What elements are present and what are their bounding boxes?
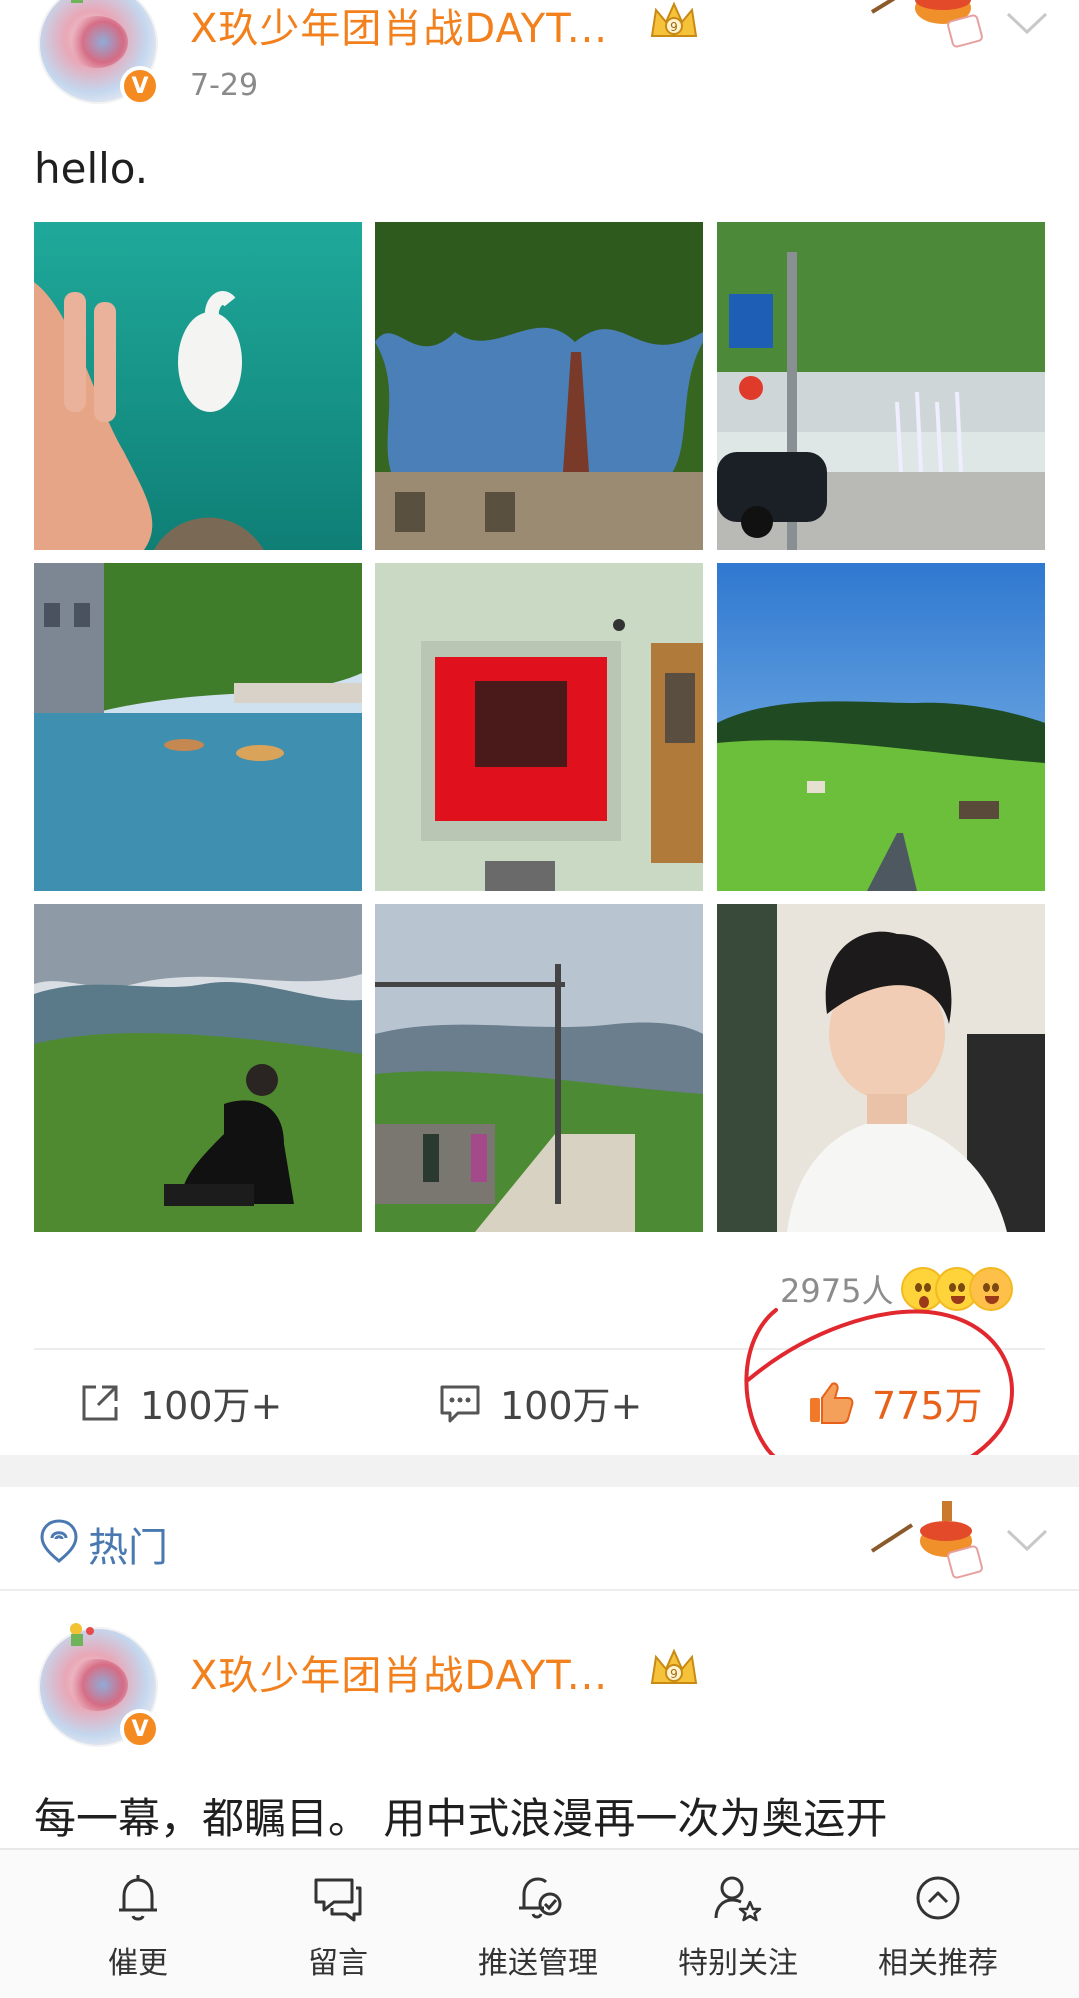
bottom-bar-label: 相关推荐: [878, 1946, 998, 1981]
hotpot-decoration-icon: [870, 1501, 983, 1579]
photo-selfie-car[interactable]: [717, 904, 1045, 1232]
prince-sprite-icon: [70, 1623, 94, 1646]
hotpot-decoration-icon: [870, 0, 983, 48]
push-bell-icon: [519, 1877, 562, 1919]
image-grid: [34, 222, 1045, 1232]
bottom-action-bar: 催更 留言 推送管理 特别关注 相关推荐: [0, 1848, 1079, 1998]
chevron-down-icon[interactable]: [1004, 8, 1050, 38]
user-star-icon: [714, 1876, 762, 1922]
like-count: 775万: [872, 1384, 983, 1428]
avatar[interactable]: V: [38, 0, 160, 106]
action-bar: 100万+ 100万+ 775万: [0, 1350, 1079, 1455]
crown-badge-icon: 9: [650, 1648, 698, 1684]
repost-button[interactable]: 100万+: [76, 1350, 282, 1455]
post-username[interactable]: X玖少年团肖战DAYT...: [190, 1643, 608, 1701]
special-follow-button[interactable]: 特别关注: [638, 1870, 838, 1990]
avatar[interactable]: V: [38, 1623, 160, 1749]
hot-section-header: 热门: [0, 1487, 1079, 1591]
up-circle-icon: [916, 1876, 960, 1920]
photo-tree-spire[interactable]: [375, 222, 703, 550]
hot-location-icon: [40, 1519, 78, 1563]
photo-green-hills[interactable]: [717, 563, 1045, 891]
bottom-bar-label: 特别关注: [678, 1946, 798, 1981]
message-icon: [314, 1878, 362, 1922]
repost-icon: [82, 1385, 118, 1420]
post-text: hello.: [34, 144, 149, 193]
like-button[interactable]: 775万: [806, 1350, 983, 1455]
thumbs-up-icon: [810, 1382, 854, 1424]
related-recommend-button[interactable]: 相关推荐: [838, 1870, 1038, 1990]
post-time: 7-29: [190, 68, 259, 103]
post-username[interactable]: X玖少年团肖战DAYT...: [190, 0, 608, 54]
photo-railway-platform[interactable]: [375, 904, 703, 1232]
bottom-bar-label: 留言: [308, 1946, 368, 1981]
photo-seated-hillside[interactable]: [34, 904, 362, 1232]
repost-count: 100万+: [140, 1384, 283, 1428]
push-management-button[interactable]: 推送管理: [438, 1870, 638, 1990]
post-text: 每一幕，都瞩目。 用中式浪漫再一次为奥运开: [34, 1794, 888, 1843]
photo-street-fountain[interactable]: [717, 222, 1045, 550]
svg-text:9: 9: [670, 1667, 678, 1681]
post-card: V X玖少年团肖战DAYT... 9 7-29 hello. 2975人 100…: [0, 0, 1079, 1488]
bell-icon: [119, 1875, 157, 1921]
remind-update-button[interactable]: 催更: [38, 1870, 238, 1990]
chevron-down-icon[interactable]: [1004, 1525, 1050, 1555]
prince-sprite-icon: [71, 0, 83, 3]
reaction-summary[interactable]: 2975人: [780, 1265, 1014, 1313]
bottom-bar-label: 催更: [108, 1946, 168, 1981]
svg-text:9: 9: [670, 20, 678, 34]
blush-emoji-icon: [969, 1267, 1014, 1311]
post-card: V X玖少年团肖战DAYT... 9 每一幕，都瞩目。 用中式浪漫再一次为奥运开: [0, 1593, 1079, 1848]
photo-swan-hand[interactable]: [34, 222, 362, 550]
photo-red-window[interactable]: [375, 563, 703, 891]
comment-button[interactable]: 100万+: [436, 1350, 642, 1455]
hot-section-label[interactable]: 热门: [88, 1515, 168, 1573]
section-gap: [0, 1455, 1079, 1487]
leave-message-button[interactable]: 留言: [238, 1870, 438, 1990]
verified-badge: V: [120, 66, 160, 106]
photo-canal-houses[interactable]: [34, 563, 362, 891]
comment-icon: [440, 1385, 480, 1422]
verified-badge: V: [120, 1709, 160, 1749]
reaction-count: 2975人: [780, 1272, 894, 1310]
comment-count: 100万+: [500, 1384, 643, 1428]
bottom-bar-label: 推送管理: [478, 1946, 598, 1981]
crown-badge-icon: 9: [650, 1, 698, 37]
